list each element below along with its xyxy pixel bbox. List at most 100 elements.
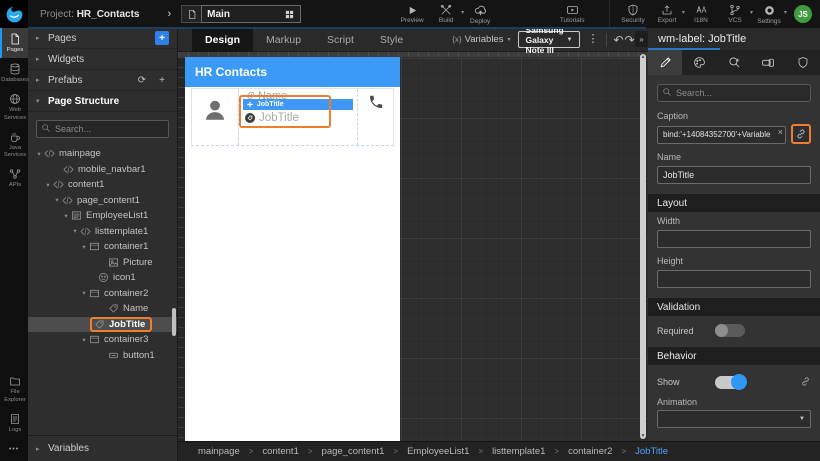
scroll-up-icon[interactable]: ▲ xyxy=(641,54,646,60)
caret-down-icon[interactable]: ▾ xyxy=(34,150,44,158)
canvas-scrollbar[interactable]: ▲ ▼ xyxy=(640,54,646,439)
section-widgets[interactable]: ▸ Widgets xyxy=(28,49,177,70)
caption-input[interactable] xyxy=(657,125,786,144)
tree-item-button1[interactable]: button1 xyxy=(28,348,177,364)
tree-item-container2[interactable]: ▾ container2 xyxy=(28,286,177,302)
section-prefabs[interactable]: ▸ Prefabs ⟳ + xyxy=(28,70,177,91)
caret-down-icon[interactable]: ▾ xyxy=(43,181,53,189)
picture-cell[interactable] xyxy=(192,89,239,145)
tab-device[interactable] xyxy=(751,50,785,75)
rail-item-logs[interactable]: Logs xyxy=(0,408,28,438)
width-input[interactable] xyxy=(657,230,811,248)
scroll-down-icon[interactable]: ▼ xyxy=(641,433,646,439)
user-avatar[interactable]: JS xyxy=(794,5,812,23)
rail-item-java-services[interactable]: Java Services xyxy=(0,126,28,163)
clear-icon[interactable]: × xyxy=(778,127,783,138)
breadcrumb-mainpage[interactable]: mainpage xyxy=(198,446,240,457)
breadcrumb-jobtitle[interactable]: JobTitle xyxy=(635,446,668,457)
tab-script[interactable]: Script xyxy=(314,28,367,52)
section-page-structure[interactable]: ▾ Page Structure xyxy=(28,91,177,112)
breadcrumb-content1[interactable]: content1 xyxy=(262,446,298,457)
labels-cell[interactable]: Name ✛ JobTitle JobTitle xyxy=(239,89,357,145)
breadcrumb-listtemplate1[interactable]: listtemplate1 xyxy=(492,446,545,457)
redo-button[interactable]: ↷ xyxy=(624,31,635,49)
vcs-button[interactable]: VCS ▾ xyxy=(718,0,753,28)
collapse-right-panel-button[interactable]: » xyxy=(635,31,648,47)
selected-widget-drag-bar[interactable]: ✛ JobTitle xyxy=(243,99,353,110)
tab-security[interactable] xyxy=(786,50,820,75)
tree-item-picture[interactable]: Picture xyxy=(28,255,177,271)
phone-preview[interactable]: HR Contacts Name ✛ JobTitle JobTitle xyxy=(185,57,400,441)
tree-item-page-content1[interactable]: ▾ page_content1 xyxy=(28,193,177,209)
animation-select[interactable]: ▼ xyxy=(657,410,811,428)
breadcrumb-employeelist1[interactable]: EmployeeList1 xyxy=(407,446,469,457)
export-button[interactable]: Export ▾ xyxy=(650,0,685,28)
tree-item-jobtitle-selected[interactable]: JobTitle xyxy=(28,316,177,332)
caret-down-icon[interactable]: ▾ xyxy=(52,196,62,204)
caret-down-icon[interactable]: ▾ xyxy=(79,336,89,344)
build-button[interactable]: Build ▾ xyxy=(429,0,464,28)
tutorials-button[interactable]: Tutorials xyxy=(555,0,589,28)
caret-down-icon[interactable]: ▾ xyxy=(79,243,89,251)
tab-properties[interactable] xyxy=(648,50,683,75)
variables-dropdown[interactable]: {x} Variables ▾ xyxy=(452,34,510,45)
tab-advanced[interactable] xyxy=(717,50,751,75)
logs-icon xyxy=(9,413,21,425)
refresh-prefabs-button[interactable]: ⟳ xyxy=(135,73,149,87)
page-selector[interactable]: Main xyxy=(201,5,302,23)
more-options-button[interactable]: ⋮ xyxy=(588,34,599,45)
caret-down-icon[interactable]: ▾ xyxy=(61,212,71,220)
name-input[interactable] xyxy=(657,166,811,184)
show-toggle[interactable] xyxy=(715,374,747,390)
show-bind-button[interactable] xyxy=(800,373,811,391)
deploy-button[interactable]: Deploy xyxy=(463,0,497,28)
tree-item-container1[interactable]: ▾ container1 xyxy=(28,239,177,255)
security-button[interactable]: Security xyxy=(616,0,650,28)
tab-markup[interactable]: Markup xyxy=(253,28,314,52)
tree-item-employeelist1[interactable]: ▾ EmployeeList1 xyxy=(28,208,177,224)
rail-item-apis[interactable]: APIs xyxy=(0,163,28,193)
breadcrumb-container2[interactable]: container2 xyxy=(568,446,612,457)
list-item-template[interactable]: Name ✛ JobTitle JobTitle xyxy=(191,88,394,146)
rail-item-databases[interactable]: Databases xyxy=(0,58,29,88)
i18n-button[interactable]: I18N xyxy=(684,0,718,28)
rail-more-button[interactable]: ••• xyxy=(0,438,28,461)
wavemaker-logo[interactable] xyxy=(0,0,28,28)
tree-scrollbar[interactable] xyxy=(172,308,176,336)
tree-item-icon1[interactable]: icon1 xyxy=(28,270,177,286)
tree-item-name[interactable]: Name xyxy=(28,301,177,317)
add-prefab-button[interactable]: + xyxy=(155,73,169,87)
undo-button[interactable]: ↶ xyxy=(613,31,624,49)
grid-icon[interactable] xyxy=(284,9,295,20)
tab-style[interactable]: Style xyxy=(367,28,416,52)
breadcrumb-page-content1[interactable]: page_content1 xyxy=(322,446,385,457)
preview-button[interactable]: Preview xyxy=(395,0,429,28)
tree-item-container3[interactable]: ▾ container3 xyxy=(28,332,177,348)
chain-link-icon xyxy=(800,376,811,387)
jobtitle-label-widget[interactable]: JobTitle xyxy=(245,112,299,124)
caret-down-icon[interactable]: ▾ xyxy=(79,289,89,297)
tree-item-listtemplate1[interactable]: ▾ listtemplate1 xyxy=(28,224,177,240)
tree-search-input[interactable] xyxy=(36,120,169,138)
caret-down-icon[interactable]: ▾ xyxy=(70,227,80,235)
section-variables[interactable]: ▸ Variables xyxy=(28,435,177,461)
caret-down-icon[interactable]: ▾ xyxy=(784,9,787,16)
call-button-cell[interactable] xyxy=(357,89,393,145)
tree-item-mainpage[interactable]: ▾ mainpage xyxy=(28,146,177,162)
rail-item-web-services[interactable]: Web Services xyxy=(0,88,28,125)
height-input[interactable] xyxy=(657,270,811,288)
settings-button[interactable]: Settings ▾ xyxy=(752,0,787,28)
section-pages[interactable]: ▸ Pages + xyxy=(28,28,177,49)
required-toggle[interactable] xyxy=(715,324,745,337)
tab-styles[interactable] xyxy=(682,50,716,75)
add-page-button[interactable]: + xyxy=(155,31,169,45)
caption-bind-button[interactable] xyxy=(791,124,811,144)
tree-item-content1[interactable]: ▾ content1 xyxy=(28,177,177,193)
rail-item-pages[interactable]: Pages xyxy=(0,28,28,59)
tree-item-mobile-navbar1[interactable]: mobile_navbar1 xyxy=(28,162,177,178)
properties-search-input[interactable] xyxy=(657,84,811,102)
design-canvas[interactable]: HR Contacts Name ✛ JobTitle JobTitle ▲ ▼ xyxy=(178,52,648,441)
rail-item-file-explorer[interactable]: File Explorer xyxy=(0,370,28,407)
device-selector[interactable]: Samsung Galaxy Note III ▼ xyxy=(518,25,580,55)
tab-design[interactable]: Design xyxy=(192,27,254,52)
